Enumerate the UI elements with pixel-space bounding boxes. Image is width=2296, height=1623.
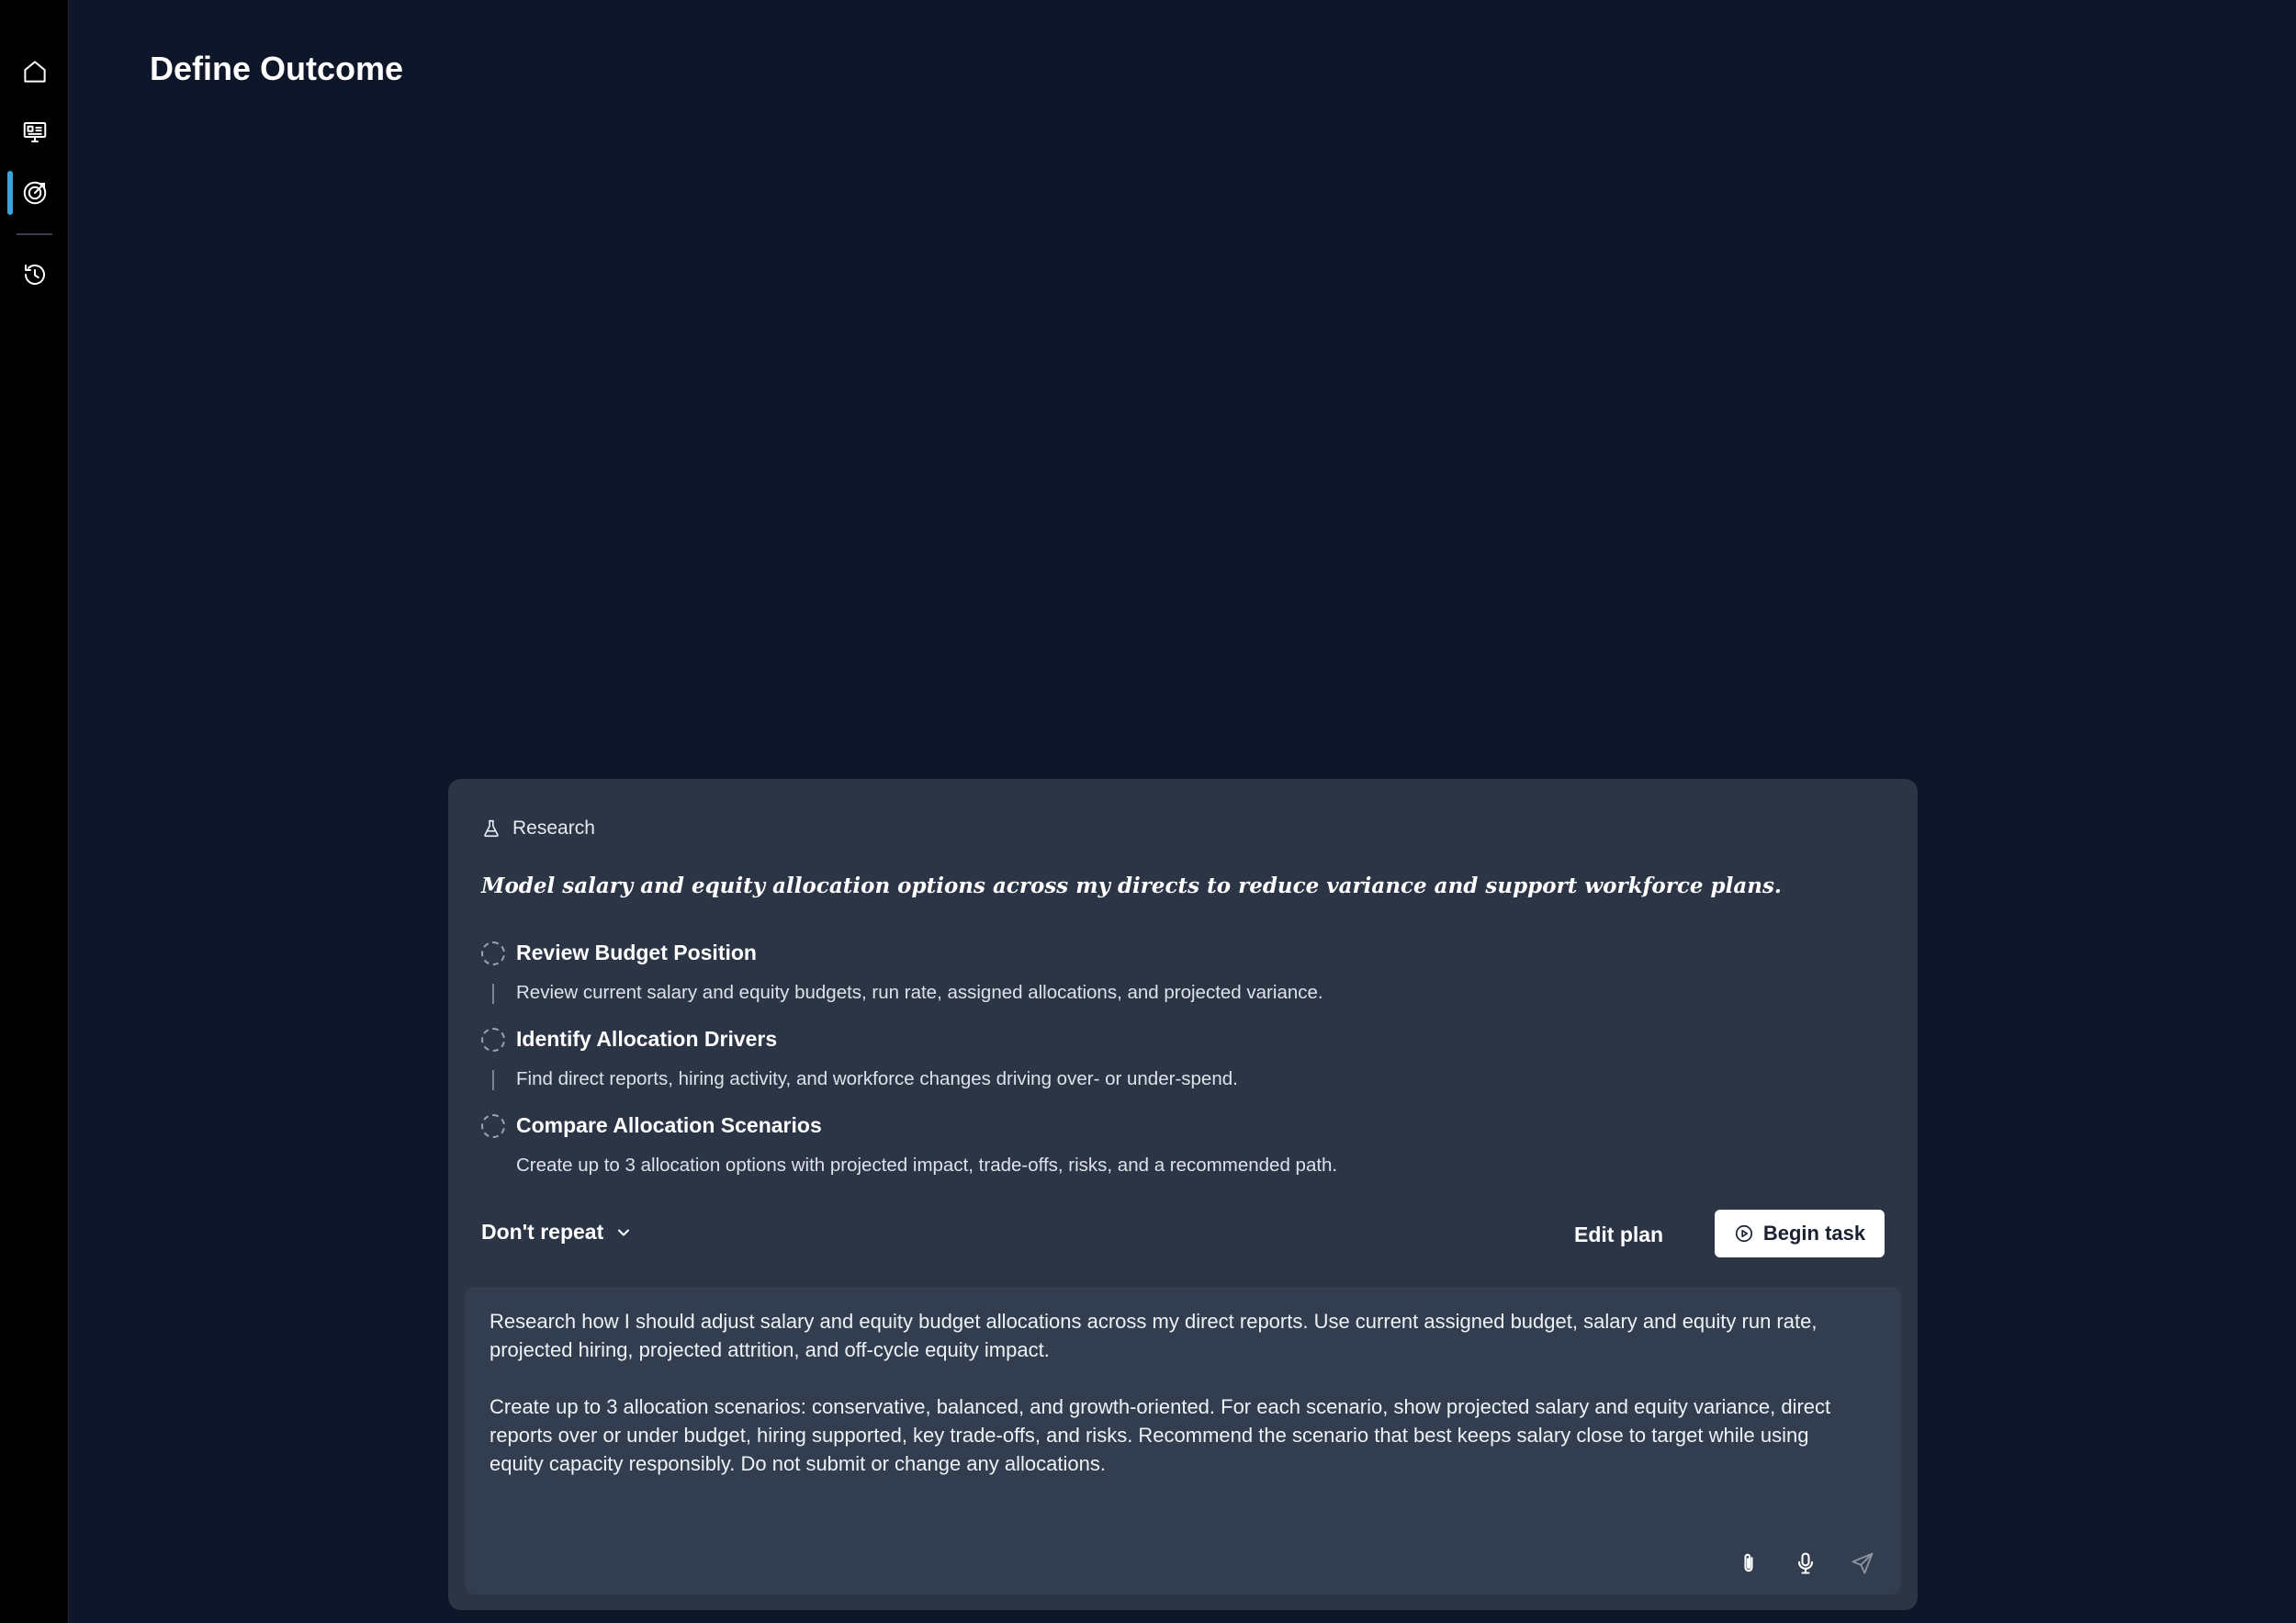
page-title: Define Outcome bbox=[150, 50, 404, 87]
begin-task-label: Begin task bbox=[1762, 1222, 1866, 1245]
begin-task-button[interactable]: Begin task bbox=[1715, 1210, 1885, 1257]
microphone-icon bbox=[1797, 1552, 1814, 1574]
voice-input-button[interactable] bbox=[1793, 1550, 1820, 1578]
mode-label: Research bbox=[512, 817, 595, 839]
step-status-icon bbox=[481, 1027, 505, 1052]
step-title: Identify Allocation Drivers bbox=[516, 1027, 778, 1051]
chevron-down-icon bbox=[618, 1229, 630, 1235]
mode-badge: Research bbox=[481, 817, 595, 840]
repeat-dropdown[interactable]: Don't repeat bbox=[481, 1220, 633, 1245]
flask-icon bbox=[484, 819, 499, 838]
edit-plan-button[interactable]: Edit plan bbox=[1574, 1211, 1663, 1258]
repeat-label: Don't repeat bbox=[481, 1220, 604, 1244]
send-button[interactable] bbox=[1850, 1550, 1877, 1578]
sidebar-item-outcomes[interactable] bbox=[0, 167, 69, 219]
plan-step: Compare Allocation Scenarios Create up t… bbox=[481, 1113, 1877, 1177]
step-title: Compare Allocation Scenarios bbox=[516, 1113, 822, 1137]
sidebar-item-home[interactable] bbox=[0, 46, 69, 97]
step-connector bbox=[492, 1070, 494, 1090]
play-circle-icon bbox=[1735, 1224, 1752, 1243]
paperclip-icon bbox=[1744, 1553, 1753, 1572]
step-description: Create up to 3 allocation options with p… bbox=[516, 1155, 1338, 1176]
step-status-icon bbox=[481, 1113, 505, 1138]
history-icon bbox=[24, 265, 45, 286]
sidebar bbox=[0, 0, 69, 1623]
prompt-paragraph: Create up to 3 allocation scenarios: con… bbox=[490, 1395, 1831, 1475]
step-status-icon bbox=[481, 941, 505, 965]
plan-goal: Model salary and equity allocation optio… bbox=[481, 873, 1782, 898]
step-description: Review current salary and equity budgets… bbox=[516, 982, 1323, 1003]
step-title: Review Budget Position bbox=[516, 941, 757, 964]
prompt-paragraph: Research how I should adjust salary and … bbox=[490, 1310, 1818, 1361]
sidebar-item-history[interactable] bbox=[0, 249, 69, 300]
home-icon bbox=[23, 61, 46, 83]
attach-button[interactable] bbox=[1736, 1550, 1763, 1578]
plan-step: Identify Allocation Drivers Find direct … bbox=[481, 1027, 1877, 1090]
composer-actions bbox=[1736, 1550, 1877, 1578]
step-connector bbox=[492, 984, 494, 1004]
send-icon bbox=[1851, 1552, 1874, 1574]
presentation-icon bbox=[23, 122, 46, 142]
step-description: Find direct reports, hiring activity, an… bbox=[516, 1068, 1238, 1089]
prompt-composer[interactable]: Research how I should adjust salary and … bbox=[465, 1287, 1901, 1595]
plan-step: Review Budget Position Review current sa… bbox=[481, 941, 1877, 1004]
plan-card: Research Model salary and equity allocat… bbox=[448, 779, 1918, 1610]
prompt-text[interactable]: Research how I should adjust salary and … bbox=[490, 1307, 1867, 1478]
target-icon bbox=[23, 181, 46, 205]
sidebar-divider bbox=[17, 233, 52, 235]
sidebar-item-dashboard[interactable] bbox=[0, 107, 69, 158]
